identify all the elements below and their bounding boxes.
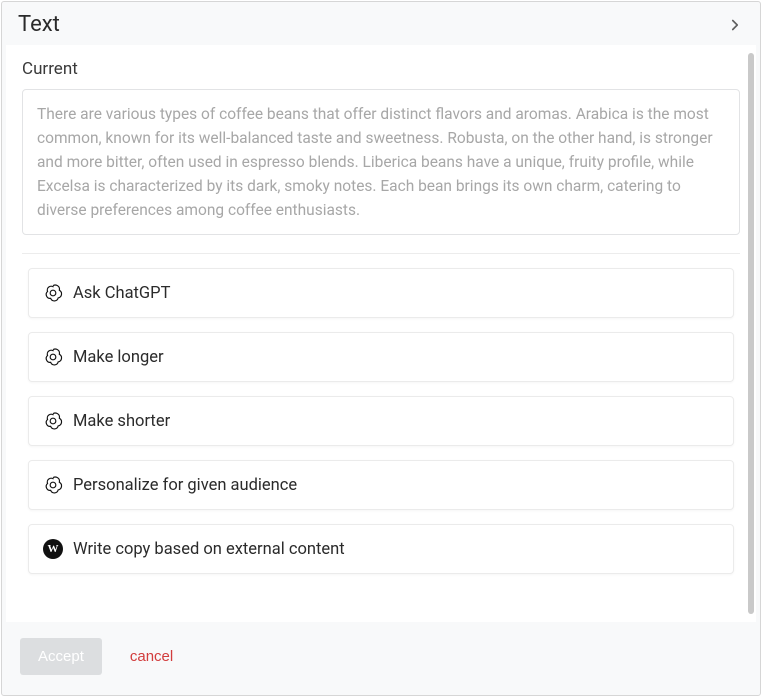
panel-title: Text (18, 12, 60, 37)
openai-icon (43, 475, 63, 495)
action-label: Make longer (73, 348, 164, 367)
openai-icon (43, 347, 63, 367)
action-personalize-audience[interactable]: Personalize for given audience (28, 460, 734, 510)
action-label: Make shorter (73, 412, 170, 431)
content-area: Current There are various types of coffe… (6, 45, 756, 622)
openai-icon (43, 283, 63, 303)
current-label: Current (22, 59, 740, 79)
action-make-shorter[interactable]: Make shorter (28, 396, 734, 446)
content-wrapper: Current There are various types of coffe… (6, 45, 756, 622)
current-text: There are various types of coffee beans … (22, 89, 740, 235)
action-ask-chatgpt[interactable]: Ask ChatGPT (28, 268, 734, 318)
accept-button[interactable]: Accept (20, 638, 102, 675)
action-label: Ask ChatGPT (73, 284, 170, 303)
footer: Accept cancel (2, 622, 760, 695)
w-circle-icon: W (43, 539, 63, 559)
text-panel: Text Current There are various types of … (1, 1, 761, 696)
scrollbar[interactable] (748, 53, 754, 614)
action-label: Personalize for given audience (73, 476, 297, 495)
chevron-right-icon[interactable] (726, 16, 744, 34)
divider (22, 253, 740, 254)
actions-list: Ask ChatGPT Make longer (22, 268, 740, 574)
action-label: Write copy based on external content (73, 540, 345, 559)
action-write-copy-external[interactable]: W Write copy based on external content (28, 524, 734, 574)
openai-icon (43, 411, 63, 431)
panel-header: Text (2, 2, 760, 45)
cancel-button[interactable]: cancel (130, 648, 173, 665)
action-make-longer[interactable]: Make longer (28, 332, 734, 382)
